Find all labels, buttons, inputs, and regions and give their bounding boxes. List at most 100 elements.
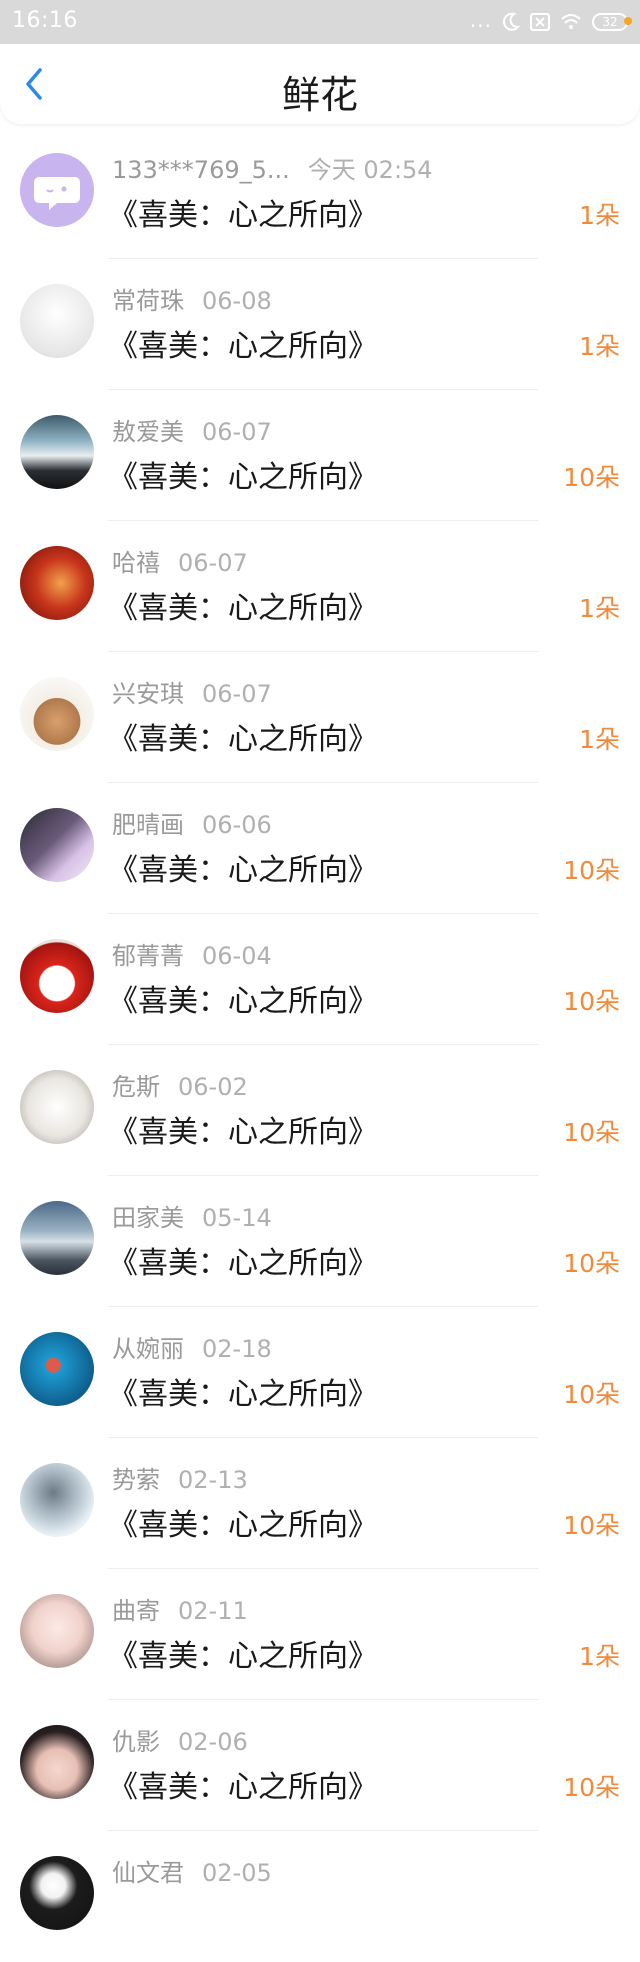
gift-date: 02-06: [178, 1728, 248, 1756]
misty-landscape-avatar[interactable]: [20, 1201, 94, 1275]
gift-date: 02-13: [178, 1466, 248, 1494]
nav-header: 鲜花: [0, 44, 640, 124]
flower-gift-row[interactable]: 从婉丽 02-18 《喜美：心之所向》 10朵: [0, 1307, 640, 1438]
sender-name: 势萦: [112, 1466, 160, 1494]
snow-figure-avatar[interactable]: [20, 1463, 94, 1537]
sender-name: 哈禧: [112, 549, 160, 577]
flower-gift-row[interactable]: 曲寄 02-11 《喜美：心之所向》 1朵: [0, 1569, 640, 1700]
book-title: 《喜美：心之所向》: [108, 1377, 378, 1412]
sender-name: 郁菁菁: [112, 942, 184, 970]
red-lips-avatar[interactable]: [20, 1725, 94, 1799]
red-hood-cat-avatar[interactable]: [20, 939, 94, 1013]
sender-line: 从婉丽 02-18: [112, 1329, 272, 1364]
sender-name: 常荷珠: [112, 287, 184, 315]
flower-count: 10朵: [563, 1773, 620, 1802]
gift-date: 06-07: [178, 549, 248, 577]
flower-count: 10朵: [563, 1511, 620, 1540]
flower-count: 10朵: [563, 1118, 620, 1147]
book-title: 《喜美：心之所向》: [108, 1770, 378, 1805]
flower-gift-row[interactable]: 仇影 02-06 《喜美：心之所向》 10朵: [0, 1700, 640, 1831]
more-dots-icon: ...: [469, 8, 492, 32]
sender-name: 仇影: [112, 1728, 160, 1756]
pale-face-avatar[interactable]: [20, 1594, 94, 1668]
book-title: 《喜美：心之所向》: [108, 984, 378, 1019]
flower-count: 10朵: [563, 1249, 620, 1278]
sim-off-icon: [530, 13, 550, 31]
status-icons: ... 32: [469, 8, 632, 35]
sender-name: 133***769_5...: [112, 156, 290, 184]
sender-line: 危斯 06-02: [112, 1067, 248, 1102]
flower-count: 1朵: [579, 1642, 620, 1671]
flower-gift-row[interactable]: 敖爱美 06-07 《喜美：心之所向》 10朵: [0, 390, 640, 521]
sender-name: 从婉丽: [112, 1335, 184, 1363]
flower-gift-row[interactable]: 势萦 02-13 《喜美：心之所向》 10朵: [0, 1438, 640, 1569]
sender-name: 兴安琪: [112, 680, 184, 708]
moon-icon: [502, 12, 520, 32]
flower-count: 1朵: [579, 201, 620, 230]
sender-line: 田家美 05-14: [112, 1198, 272, 1233]
chat-bubble-icon: [34, 177, 80, 210]
flower-gift-row[interactable]: 肥晴画 06-06 《喜美：心之所向》 10朵: [0, 783, 640, 914]
book-title: 《喜美：心之所向》: [108, 591, 378, 626]
blue-illustration-avatar[interactable]: [20, 1332, 94, 1406]
flower-gift-row[interactable]: 133***769_5... 今天 02:54 《喜美：心之所向》 1朵: [0, 128, 640, 259]
book-title: 《喜美：心之所向》: [108, 722, 378, 757]
flower-count: 1朵: [579, 594, 620, 623]
flower-gift-row[interactable]: 兴安琪 06-07 《喜美：心之所向》 1朵: [0, 652, 640, 783]
sender-line: 兴安琪 06-07: [112, 674, 272, 709]
book-title: 《喜美：心之所向》: [108, 1639, 378, 1674]
book-title: 《喜美：心之所向》: [108, 1115, 378, 1150]
flower-count: 10朵: [563, 856, 620, 885]
portrait-avatar[interactable]: [20, 808, 94, 882]
gift-date: 06-06: [202, 811, 272, 839]
gift-date: 02-11: [178, 1597, 248, 1625]
flower-gift-row[interactable]: 常荷珠 06-08 《喜美：心之所向》 1朵: [0, 259, 640, 390]
seascape-avatar[interactable]: [20, 415, 94, 489]
sender-line: 郁菁菁 06-04: [112, 936, 272, 971]
sender-name: 仙文君: [112, 1859, 184, 1887]
flower-gift-row[interactable]: 哈禧 06-07 《喜美：心之所向》 1朵: [0, 521, 640, 652]
gift-date: 06-04: [202, 942, 272, 970]
gift-date: 02-05: [202, 1859, 272, 1887]
flower-gift-row[interactable]: 危斯 06-02 《喜美：心之所向》 10朵: [0, 1045, 640, 1176]
sender-name: 危斯: [112, 1073, 160, 1101]
sender-line: 敖爱美 06-07: [112, 412, 272, 447]
dark-avatar[interactable]: [20, 1856, 94, 1930]
gift-date: 06-07: [202, 418, 272, 446]
book-title: 《喜美：心之所向》: [108, 329, 378, 364]
sender-line: 常荷珠 06-08: [112, 281, 272, 316]
flower-count: 1朵: [579, 332, 620, 361]
gift-date: 05-14: [202, 1204, 272, 1232]
flower-count: 10朵: [563, 987, 620, 1016]
branch-vase-avatar[interactable]: [20, 284, 94, 358]
flower-count: 10朵: [563, 463, 620, 492]
top-hat-figure-avatar[interactable]: [20, 677, 94, 751]
flower-gift-row[interactable]: 仙文君 02-05: [0, 1831, 640, 1962]
book-title: 《喜美：心之所向》: [108, 1508, 378, 1543]
sender-line: 仙文君 02-05: [112, 1853, 272, 1888]
sender-name: 敖爱美: [112, 418, 184, 446]
chat-bubble-avatar[interactable]: [20, 153, 94, 227]
sender-line: 肥晴画 06-06: [112, 805, 272, 840]
flower-gift-row[interactable]: 郁菁菁 06-04 《喜美：心之所向》 10朵: [0, 914, 640, 1045]
flower-count: 10朵: [563, 1380, 620, 1409]
red-horse-avatar[interactable]: [20, 546, 94, 620]
flower-gift-row[interactable]: 田家美 05-14 《喜美：心之所向》 10朵: [0, 1176, 640, 1307]
battery-level-text: 32: [602, 15, 618, 29]
sender-line: 仇影 02-06: [112, 1722, 248, 1757]
flower-gift-list: 133***769_5... 今天 02:54 《喜美：心之所向》 1朵 常荷珠 06-0…: [0, 128, 640, 1962]
book-title: 《喜美：心之所向》: [108, 198, 378, 233]
sender-name: 曲寄: [112, 1597, 160, 1625]
gift-date: 02-18: [202, 1335, 272, 1363]
white-cat-avatar[interactable]: [20, 1070, 94, 1144]
sender-line: 133***769_5... 今天 02:54: [112, 150, 433, 185]
battery-charge-dot: [624, 17, 632, 25]
gift-date: 06-07: [202, 680, 272, 708]
status-bar: 16:16 ... 32: [0, 0, 640, 44]
gift-date: 06-02: [178, 1073, 248, 1101]
sender-name: 肥晴画: [112, 811, 184, 839]
sender-name: 田家美: [112, 1204, 184, 1232]
book-title: 《喜美：心之所向》: [108, 1246, 378, 1281]
gift-date: 06-08: [202, 287, 272, 315]
status-time: 16:16: [12, 8, 78, 33]
